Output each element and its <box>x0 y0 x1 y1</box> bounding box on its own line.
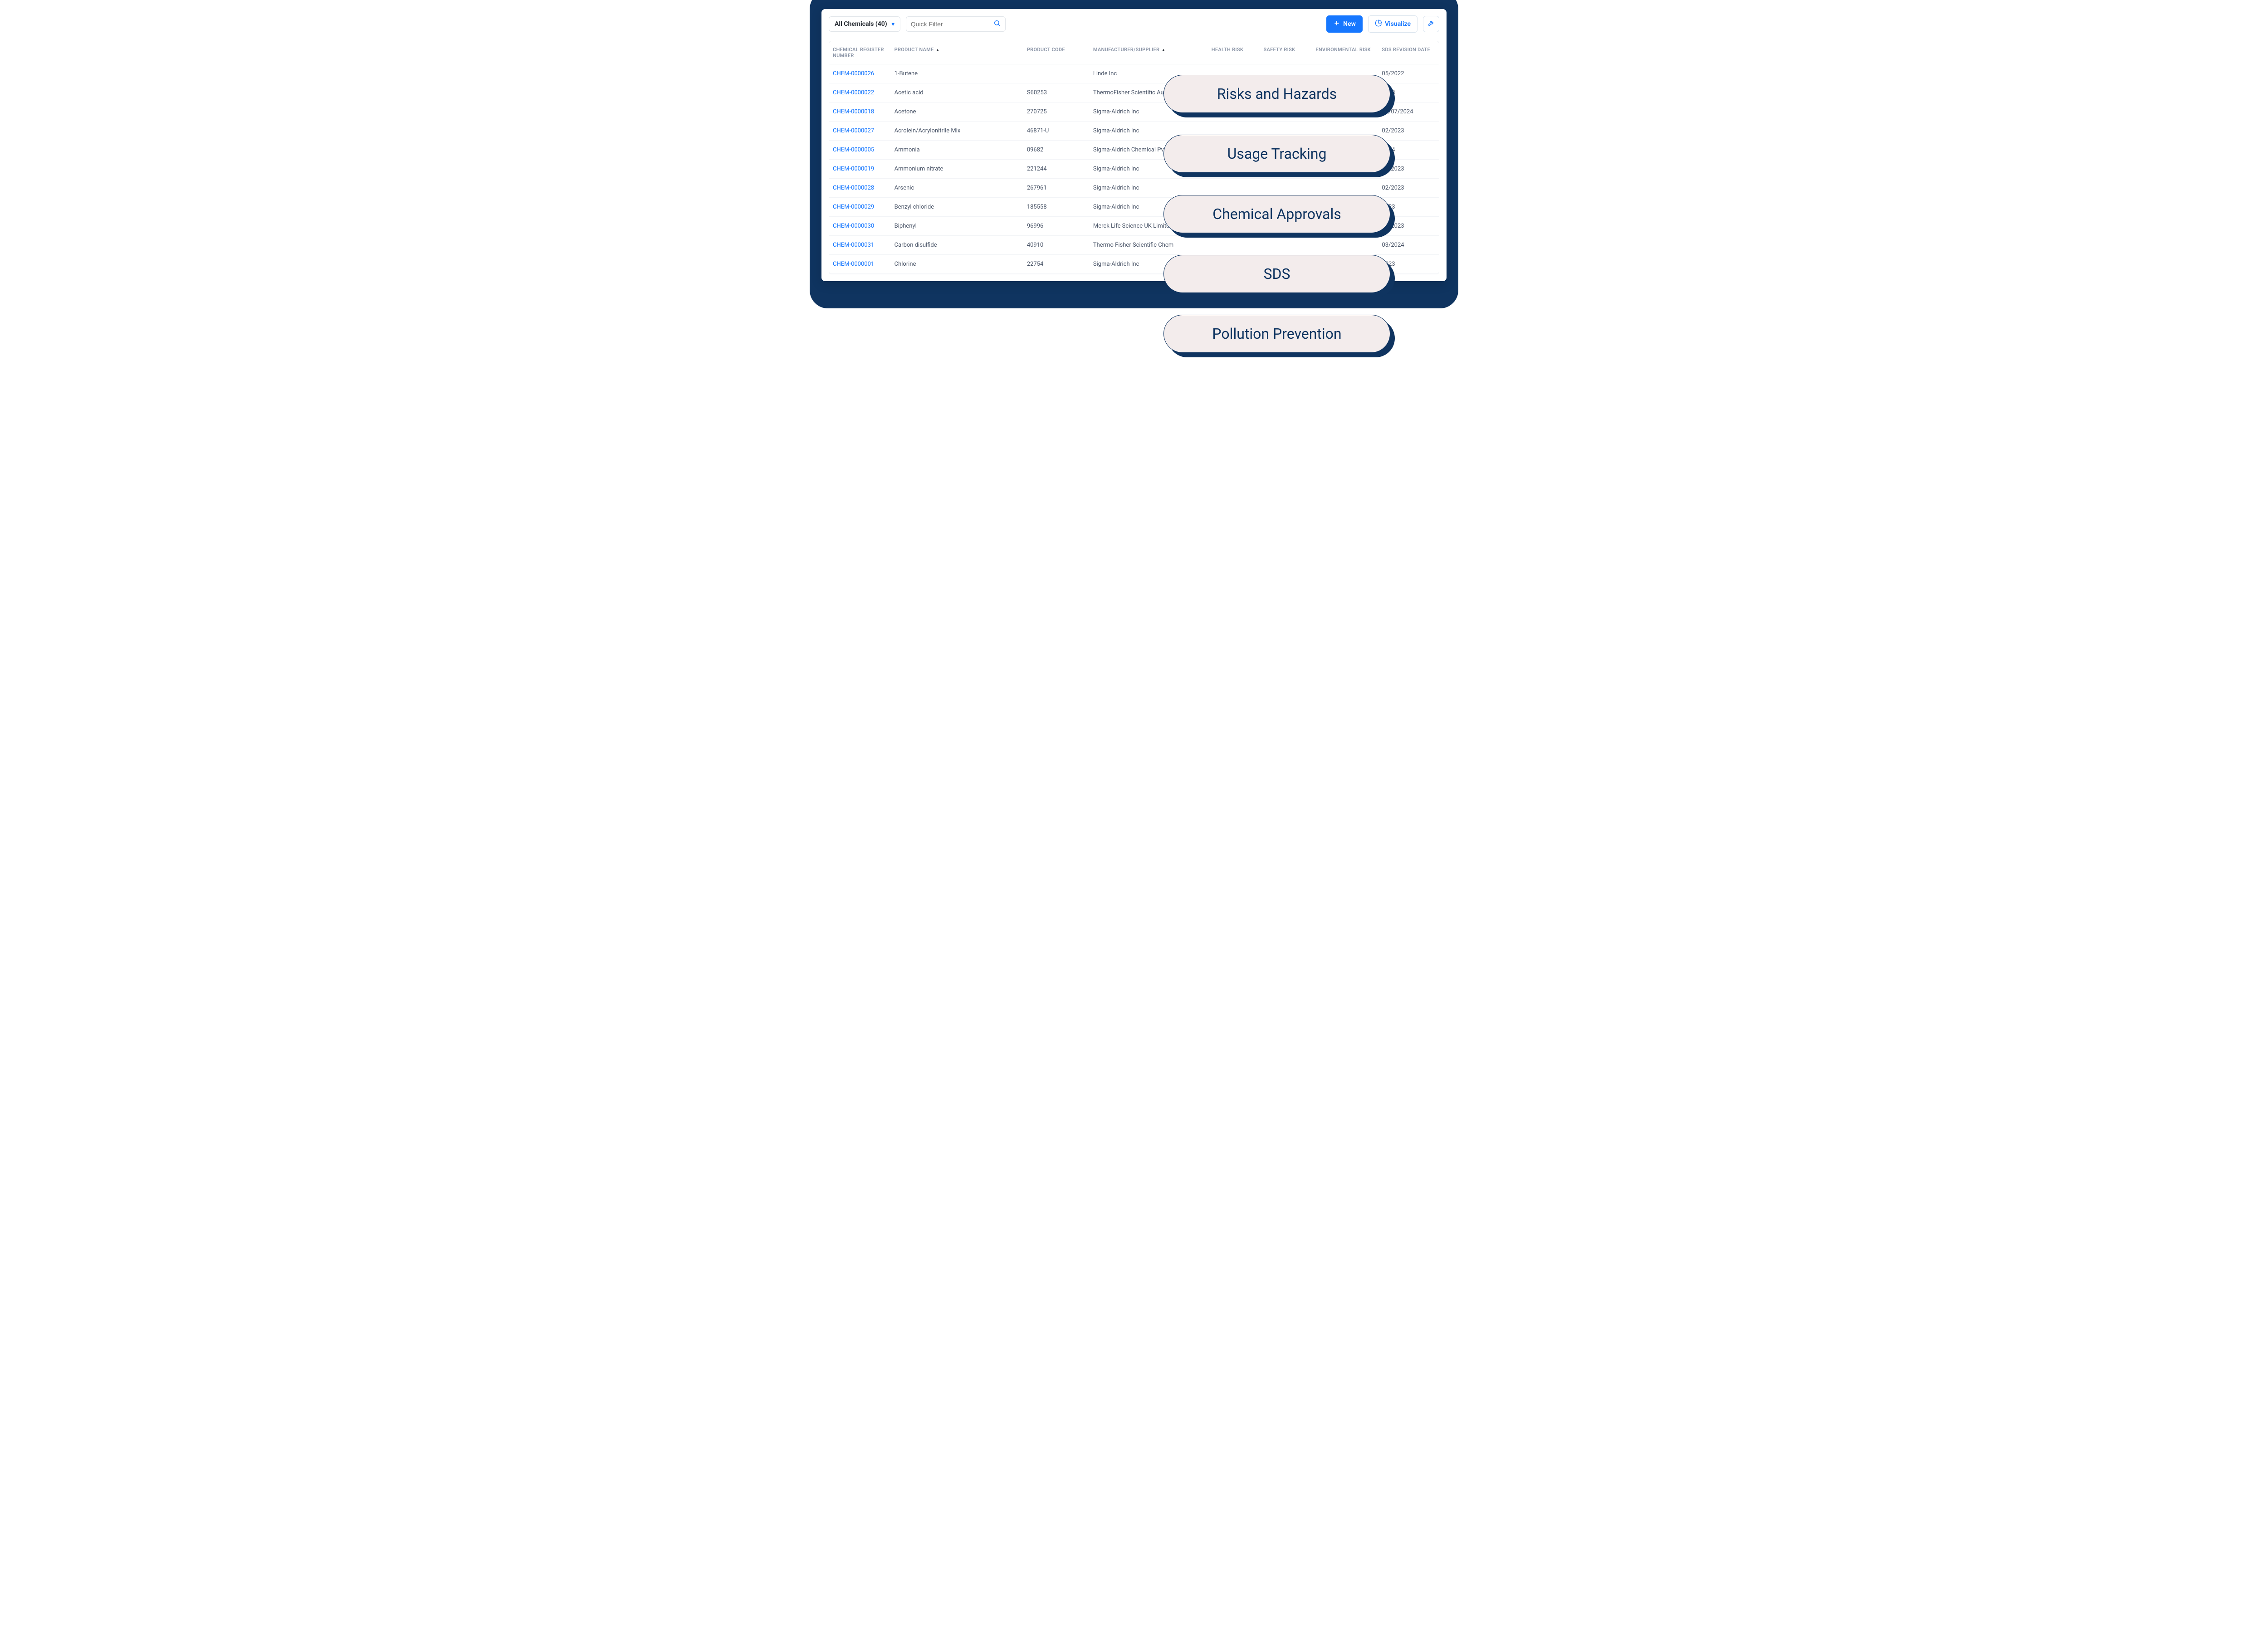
wrench-icon <box>1427 19 1435 29</box>
cell-product-code: 185558 <box>1023 198 1090 217</box>
col-header-sds-revision-date[interactable]: SDS REVISION DATE <box>1378 41 1439 64</box>
cell-product-name: Chlorine <box>891 255 1023 274</box>
new-button[interactable]: New <box>1326 15 1363 33</box>
cell-product-code: 267961 <box>1023 179 1090 198</box>
cell-product-name: Ammonia <box>891 141 1023 160</box>
search-input[interactable] <box>911 20 988 28</box>
settings-button[interactable] <box>1423 16 1439 32</box>
view-selector-dropdown[interactable]: All Chemicals (40) ▾ <box>829 16 900 32</box>
cell-product-code <box>1023 64 1090 83</box>
feature-pill-pollution-prevention: Pollution Prevention <box>1163 315 1390 353</box>
col-header-safety-risk[interactable]: SAFETY RISK <box>1260 41 1312 64</box>
cell-product-code: S60253 <box>1023 83 1090 102</box>
cell-product-name: Arsenic <box>891 179 1023 198</box>
cell-manufacturer: Thermo Fisher Scientific Chem <box>1090 236 1208 255</box>
cell-sds-date: 02/2023 <box>1378 122 1439 141</box>
cell-sds-date: 09/07/2024 <box>1378 102 1439 122</box>
chevron-down-icon: ▾ <box>892 21 894 27</box>
cell-product-name: 1-Butene <box>891 64 1023 83</box>
table-row[interactable]: CHEM-0000031Carbon disulfide40910Thermo … <box>829 236 1439 255</box>
col-header-environmental-risk[interactable]: ENVIRONMENTAL RISK <box>1312 41 1378 64</box>
register-number-link[interactable]: CHEM-0000027 <box>829 122 891 141</box>
cell-product-code: 96996 <box>1023 217 1090 236</box>
register-number-link[interactable]: CHEM-0000001 <box>829 255 891 274</box>
register-number-link[interactable]: CHEM-0000019 <box>829 160 891 179</box>
view-selector-label: All Chemicals (40) <box>835 20 887 28</box>
feature-pill-risks-hazards: Risks and Hazards <box>1163 75 1390 113</box>
cell-product-name: Ammonium nitrate <box>891 160 1023 179</box>
cell-product-code: 221244 <box>1023 160 1090 179</box>
visualize-button[interactable]: Visualize <box>1368 15 1418 33</box>
feature-pill-sds: SDS <box>1163 255 1390 293</box>
col-header-product-name[interactable]: PRODUCT NAME▲ <box>891 41 1023 64</box>
cell-product-name: Acetone <box>891 102 1023 122</box>
cell-product-code: 09682 <box>1023 141 1090 160</box>
cell-product-code: 22754 <box>1023 255 1090 274</box>
cell-product-code: 40910 <box>1023 236 1090 255</box>
register-number-link[interactable]: CHEM-0000028 <box>829 179 891 198</box>
register-number-link[interactable]: CHEM-0000029 <box>829 198 891 217</box>
sort-asc-icon: ▲ <box>1161 48 1165 53</box>
search-icon <box>993 19 1001 29</box>
cell-sds-date: 03/2024 <box>1378 236 1439 255</box>
cell-sds-date: 02/2023 <box>1378 179 1439 198</box>
toolbar: All Chemicals (40) ▾ New Visual <box>821 9 1447 33</box>
cell-product-code: 270725 <box>1023 102 1090 122</box>
cell-health-risk <box>1208 236 1260 255</box>
pie-chart-icon <box>1375 19 1382 29</box>
register-number-link[interactable]: CHEM-0000022 <box>829 83 891 102</box>
feature-pill-usage-tracking: Usage Tracking <box>1163 135 1390 173</box>
register-number-link[interactable]: CHEM-0000005 <box>829 141 891 160</box>
cell-product-name: Benzyl chloride <box>891 198 1023 217</box>
cell-sds-date: 05/2022 <box>1378 64 1439 83</box>
cell-environmental-risk <box>1312 236 1378 255</box>
cell-product-name: Acetic acid <box>891 83 1023 102</box>
col-header-manufacturer[interactable]: MANUFACTURER/SUPPLIER▲ <box>1090 41 1208 64</box>
plus-icon <box>1333 19 1340 29</box>
quick-filter-search[interactable] <box>906 16 1006 32</box>
register-number-link[interactable]: CHEM-0000018 <box>829 102 891 122</box>
cell-product-name: Carbon disulfide <box>891 236 1023 255</box>
cell-product-name: Biphenyl <box>891 217 1023 236</box>
feature-pill-chemical-approvals: Chemical Approvals <box>1163 195 1390 233</box>
col-header-product-code[interactable]: PRODUCT CODE <box>1023 41 1090 64</box>
col-header-health-risk[interactable]: HEALTH RISK <box>1208 41 1260 64</box>
register-number-link[interactable]: CHEM-0000031 <box>829 236 891 255</box>
cell-safety-risk <box>1260 236 1312 255</box>
visualize-button-label: Visualize <box>1385 20 1411 28</box>
cell-product-name: Acrolein/Acrylonitrile Mix <box>891 122 1023 141</box>
sort-asc-icon: ▲ <box>936 48 940 53</box>
register-number-link[interactable]: CHEM-0000026 <box>829 64 891 83</box>
new-button-label: New <box>1343 20 1356 28</box>
col-header-register-number[interactable]: CHEMICAL REGISTER NUMBER <box>829 41 891 64</box>
register-number-link[interactable]: CHEM-0000030 <box>829 217 891 236</box>
cell-product-code: 46871-U <box>1023 122 1090 141</box>
